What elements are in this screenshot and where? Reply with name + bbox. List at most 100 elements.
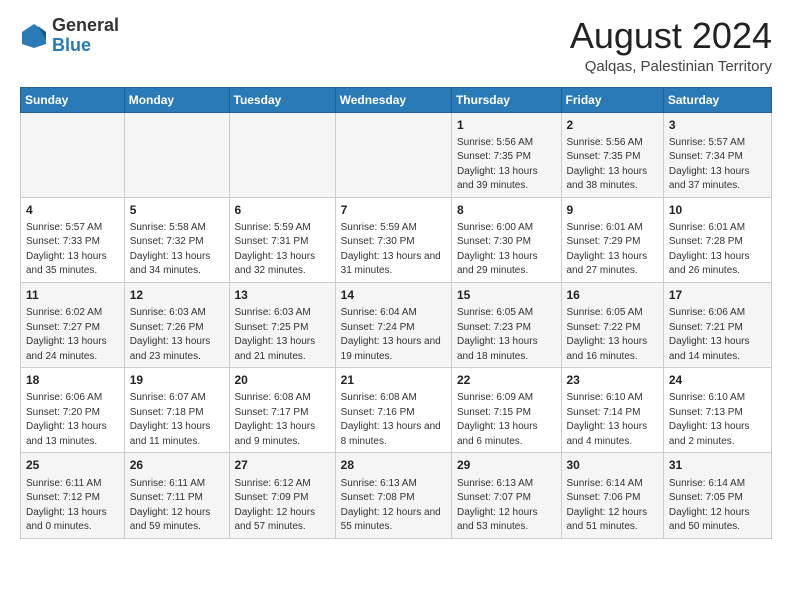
day-info: Sunrise: 6:07 AM Sunset: 7:18 PM Dayligh…	[130, 392, 211, 447]
calendar-day-cell: 30 Sunrise: 6:14 AM Sunset: 7:06 PM Dayli…	[561, 453, 663, 538]
day-info: Sunrise: 6:11 AM Sunset: 7:12 PM Dayligh…	[26, 478, 107, 533]
calendar-day-cell: 5Sunrise: 5:58 AM Sunset: 7:32 PM Daylig…	[124, 197, 229, 282]
day-info: Sunrise: 6:10 AM Sunset: 7:13 PM Dayligh…	[669, 392, 750, 447]
weekday-header-monday: Monday	[124, 87, 229, 112]
calendar-day-cell: 7 Sunrise: 5:59 AM Sunset: 7:30 PM Daylig…	[335, 197, 451, 282]
day-info: Sunrise: 5:57 AM Sunset: 7:34 PM Dayligh…	[669, 137, 750, 192]
calendar-day-cell: 2Sunrise: 5:56 AM Sunset: 7:35 PM Daylig…	[561, 112, 663, 197]
calendar-day-cell: 23 Sunrise: 6:10 AM Sunset: 7:14 PM Dayli…	[561, 368, 663, 453]
day-info: Sunrise: 5:59 AM Sunset: 7:31 PM Dayligh…	[235, 222, 316, 277]
day-number: 23	[567, 372, 658, 388]
day-info: Sunrise: 6:04 AM Sunset: 7:24 PM Dayligh…	[341, 307, 441, 362]
day-info: Sunrise: 6:12 AM Sunset: 7:09 PM Dayligh…	[235, 478, 316, 533]
calendar-day-cell: 28Sunrise: 6:13 AM Sunset: 7:08 PM Dayli…	[335, 453, 451, 538]
calendar-day-cell	[124, 112, 229, 197]
calendar-table: SundayMondayTuesdayWednesdayThursdayFrid…	[20, 87, 772, 539]
logo-icon	[20, 22, 48, 50]
calendar-day-cell: 21Sunrise: 6:08 AM Sunset: 7:16 PM Dayli…	[335, 368, 451, 453]
day-number: 18	[26, 372, 119, 388]
day-number: 11	[26, 287, 119, 303]
calendar-day-cell	[229, 112, 335, 197]
day-info: Sunrise: 6:06 AM Sunset: 7:20 PM Dayligh…	[26, 392, 107, 447]
weekday-header-row: SundayMondayTuesdayWednesdayThursdayFrid…	[21, 87, 772, 112]
month-year-title: August 2024	[570, 16, 772, 56]
calendar-day-cell: 24Sunrise: 6:10 AM Sunset: 7:13 PM Dayli…	[663, 368, 771, 453]
day-info: Sunrise: 6:11 AM Sunset: 7:11 PM Dayligh…	[130, 478, 211, 533]
calendar-day-cell: 14 Sunrise: 6:04 AM Sunset: 7:24 PM Dayli…	[335, 282, 451, 367]
day-number: 12	[130, 287, 224, 303]
calendar-week-row: 18 Sunrise: 6:06 AM Sunset: 7:20 PM Dayli…	[21, 368, 772, 453]
calendar-week-row: 1Sunrise: 5:56 AM Sunset: 7:35 PM Daylig…	[21, 112, 772, 197]
weekday-header-friday: Friday	[561, 87, 663, 112]
day-info: Sunrise: 6:05 AM Sunset: 7:22 PM Dayligh…	[567, 307, 648, 362]
calendar-day-cell: 27 Sunrise: 6:12 AM Sunset: 7:09 PM Dayli…	[229, 453, 335, 538]
day-info: Sunrise: 6:01 AM Sunset: 7:28 PM Dayligh…	[669, 222, 750, 277]
day-info: Sunrise: 6:03 AM Sunset: 7:26 PM Dayligh…	[130, 307, 211, 362]
calendar-day-cell: 13 Sunrise: 6:03 AM Sunset: 7:25 PM Dayli…	[229, 282, 335, 367]
logo-general-text: General	[52, 15, 119, 35]
day-number: 2	[567, 117, 658, 133]
calendar-day-cell: 29Sunrise: 6:13 AM Sunset: 7:07 PM Dayli…	[451, 453, 561, 538]
day-number: 14	[341, 287, 446, 303]
calendar-day-cell: 15 Sunrise: 6:05 AM Sunset: 7:23 PM Dayli…	[451, 282, 561, 367]
day-number: 7	[341, 202, 446, 218]
calendar-day-cell	[21, 112, 125, 197]
calendar-day-cell: 11 Sunrise: 6:02 AM Sunset: 7:27 PM Dayli…	[21, 282, 125, 367]
calendar-week-row: 11 Sunrise: 6:02 AM Sunset: 7:27 PM Dayli…	[21, 282, 772, 367]
day-number: 20	[235, 372, 330, 388]
day-info: Sunrise: 6:03 AM Sunset: 7:25 PM Dayligh…	[235, 307, 316, 362]
calendar-day-cell: 6 Sunrise: 5:59 AM Sunset: 7:31 PM Daylig…	[229, 197, 335, 282]
day-number: 31	[669, 457, 766, 473]
calendar-day-cell: 17 Sunrise: 6:06 AM Sunset: 7:21 PM Dayli…	[663, 282, 771, 367]
calendar-day-cell: 1Sunrise: 5:56 AM Sunset: 7:35 PM Daylig…	[451, 112, 561, 197]
weekday-header-saturday: Saturday	[663, 87, 771, 112]
day-number: 5	[130, 202, 224, 218]
day-number: 16	[567, 287, 658, 303]
calendar-day-cell: 9 Sunrise: 6:01 AM Sunset: 7:29 PM Daylig…	[561, 197, 663, 282]
day-number: 19	[130, 372, 224, 388]
logo-blue-text: Blue	[52, 35, 91, 55]
calendar-day-cell: 26 Sunrise: 6:11 AM Sunset: 7:11 PM Dayli…	[124, 453, 229, 538]
calendar-day-cell: 20 Sunrise: 6:08 AM Sunset: 7:17 PM Dayli…	[229, 368, 335, 453]
calendar-week-row: 4Sunrise: 5:57 AM Sunset: 7:33 PM Daylig…	[21, 197, 772, 282]
day-number: 15	[457, 287, 556, 303]
day-number: 27	[235, 457, 330, 473]
day-number: 3	[669, 117, 766, 133]
day-info: Sunrise: 5:56 AM Sunset: 7:35 PM Dayligh…	[457, 137, 538, 192]
day-number: 26	[130, 457, 224, 473]
day-number: 25	[26, 457, 119, 473]
day-number: 29	[457, 457, 556, 473]
calendar-day-cell: 31Sunrise: 6:14 AM Sunset: 7:05 PM Dayli…	[663, 453, 771, 538]
calendar-day-cell: 10 Sunrise: 6:01 AM Sunset: 7:28 PM Dayli…	[663, 197, 771, 282]
day-info: Sunrise: 5:59 AM Sunset: 7:30 PM Dayligh…	[341, 222, 441, 277]
calendar-day-cell: 4Sunrise: 5:57 AM Sunset: 7:33 PM Daylig…	[21, 197, 125, 282]
page-header: General Blue August 2024 Qalqas, Palesti…	[20, 16, 772, 75]
day-info: Sunrise: 6:01 AM Sunset: 7:29 PM Dayligh…	[567, 222, 648, 277]
logo: General Blue	[20, 16, 119, 56]
day-number: 8	[457, 202, 556, 218]
day-number: 17	[669, 287, 766, 303]
day-info: Sunrise: 6:02 AM Sunset: 7:27 PM Dayligh…	[26, 307, 107, 362]
day-info: Sunrise: 6:08 AM Sunset: 7:17 PM Dayligh…	[235, 392, 316, 447]
day-number: 22	[457, 372, 556, 388]
calendar-body: 1Sunrise: 5:56 AM Sunset: 7:35 PM Daylig…	[21, 112, 772, 538]
calendar-day-cell: 8Sunrise: 6:00 AM Sunset: 7:30 PM Daylig…	[451, 197, 561, 282]
day-number: 10	[669, 202, 766, 218]
calendar-header: SundayMondayTuesdayWednesdayThursdayFrid…	[21, 87, 772, 112]
calendar-day-cell: 16 Sunrise: 6:05 AM Sunset: 7:22 PM Dayli…	[561, 282, 663, 367]
day-info: Sunrise: 5:57 AM Sunset: 7:33 PM Dayligh…	[26, 222, 107, 277]
day-info: Sunrise: 6:14 AM Sunset: 7:06 PM Dayligh…	[567, 478, 648, 533]
calendar-day-cell: 19 Sunrise: 6:07 AM Sunset: 7:18 PM Dayli…	[124, 368, 229, 453]
day-number: 13	[235, 287, 330, 303]
day-number: 6	[235, 202, 330, 218]
weekday-header-thursday: Thursday	[451, 87, 561, 112]
day-info: Sunrise: 6:06 AM Sunset: 7:21 PM Dayligh…	[669, 307, 750, 362]
day-info: Sunrise: 6:05 AM Sunset: 7:23 PM Dayligh…	[457, 307, 538, 362]
calendar-day-cell: 25 Sunrise: 6:11 AM Sunset: 7:12 PM Dayli…	[21, 453, 125, 538]
calendar-week-row: 25 Sunrise: 6:11 AM Sunset: 7:12 PM Dayli…	[21, 453, 772, 538]
day-number: 21	[341, 372, 446, 388]
day-number: 30	[567, 457, 658, 473]
day-info: Sunrise: 6:13 AM Sunset: 7:08 PM Dayligh…	[341, 478, 441, 533]
day-number: 9	[567, 202, 658, 218]
day-info: Sunrise: 6:10 AM Sunset: 7:14 PM Dayligh…	[567, 392, 648, 447]
